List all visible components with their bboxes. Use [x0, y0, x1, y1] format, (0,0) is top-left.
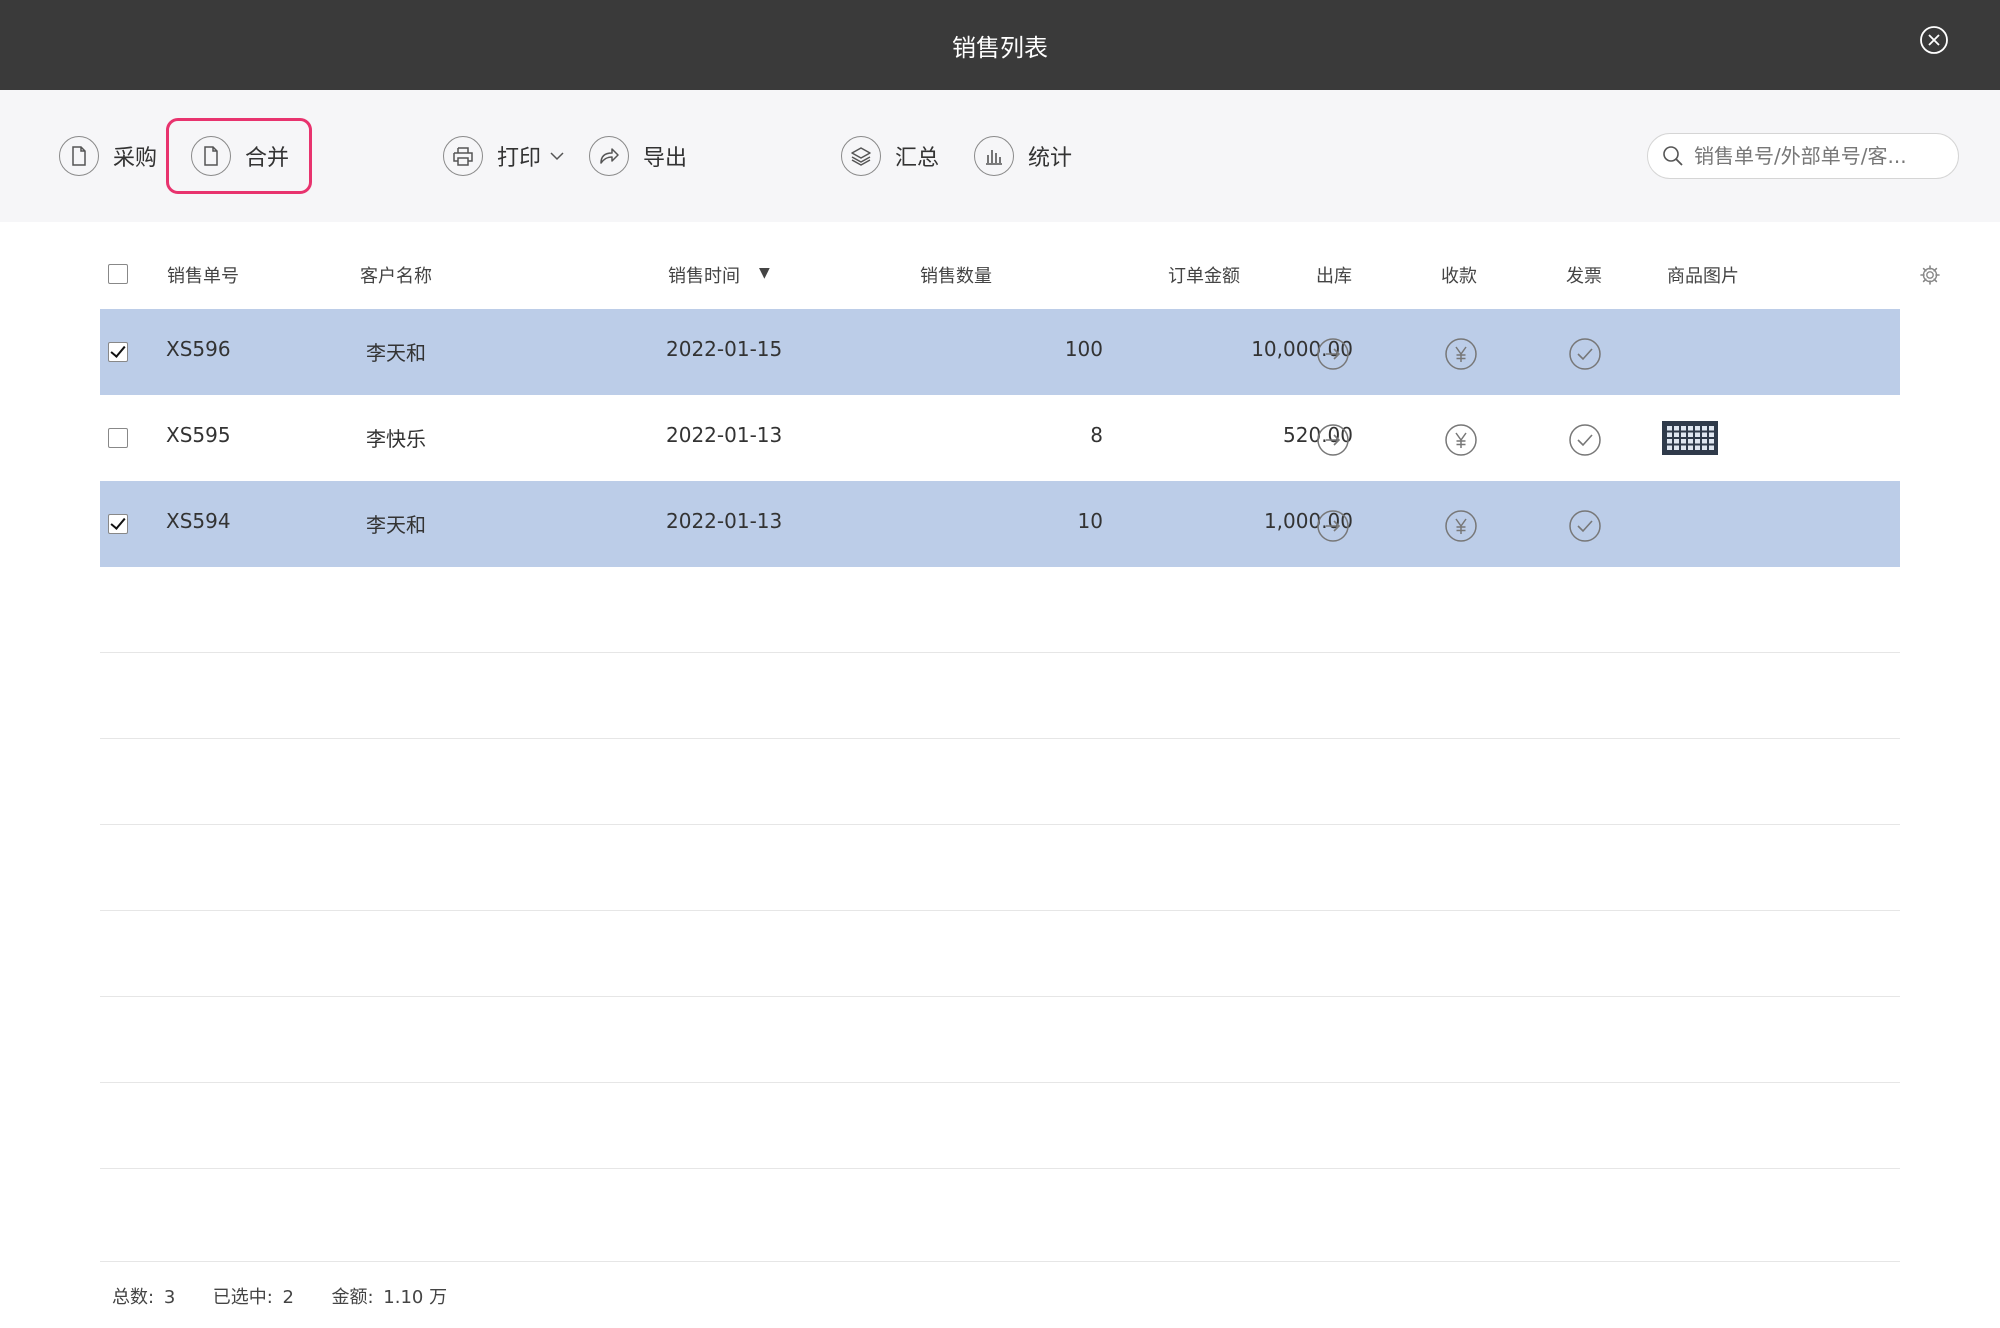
row-divider	[100, 996, 1900, 997]
quantity-cell: 10	[1077, 509, 1103, 533]
invoice-check-icon[interactable]	[1568, 509, 1602, 543]
sort-desc-icon[interactable]: ▼	[759, 265, 770, 281]
title-bar: 销售列表	[0, 0, 2000, 90]
col-invoice[interactable]: 发票	[1566, 262, 1602, 288]
purchase-button[interactable]: 采购	[59, 136, 157, 176]
stats-button[interactable]: 统计	[974, 136, 1072, 176]
row-divider	[100, 910, 1900, 911]
col-payment[interactable]: 收款	[1441, 262, 1477, 288]
quantity-cell: 8	[1090, 423, 1103, 447]
summary-label: 汇总	[895, 146, 940, 171]
total-label: 总数:	[112, 1287, 155, 1308]
outbound-arrow-icon[interactable]	[1316, 509, 1350, 543]
close-icon[interactable]	[1919, 25, 1949, 55]
printer-icon	[443, 136, 483, 176]
col-quantity[interactable]: 销售数量	[920, 262, 992, 288]
print-button[interactable]: 打印	[443, 136, 565, 176]
invoice-check-icon[interactable]	[1568, 423, 1602, 457]
order-no-cell[interactable]: XS595	[166, 423, 231, 447]
yen-payment-icon[interactable]	[1444, 337, 1478, 371]
summary-button[interactable]: 汇总	[841, 136, 939, 176]
row-checkbox[interactable]	[108, 428, 128, 448]
selected-value: 2	[282, 1287, 294, 1308]
product-thumbnail[interactable]	[1662, 421, 1718, 455]
invoice-check-icon[interactable]	[1568, 337, 1602, 371]
selected-label: 已选中:	[212, 1287, 273, 1308]
search-box[interactable]	[1647, 133, 1959, 179]
table-header: 销售单号 客户名称 销售时间 ▼ 销售数量 订单金额 出库 收款 发票 商品图片	[100, 244, 1900, 304]
row-checkbox[interactable]	[108, 342, 128, 362]
merge-highlight-box	[166, 118, 312, 194]
amount-label: 金额:	[331, 1287, 374, 1308]
search-input[interactable]	[1694, 144, 1934, 168]
chevron-down-icon[interactable]	[549, 151, 565, 161]
total-value: 3	[163, 1287, 176, 1308]
time-cell: 2022-01-13	[666, 423, 783, 447]
col-time[interactable]: 销售时间	[668, 262, 740, 288]
customer-cell: 李快乐	[366, 427, 426, 451]
table-row[interactable]: XS595 李快乐 2022-01-13 8 520.00	[100, 395, 1900, 481]
col-order-no[interactable]: 销售单号	[167, 262, 239, 288]
share-icon	[589, 136, 629, 176]
purchase-label: 采购	[113, 146, 158, 171]
col-customer[interactable]: 客户名称	[360, 262, 432, 288]
stats-label: 统计	[1028, 146, 1073, 171]
order-no-cell[interactable]: XS596	[166, 337, 231, 361]
time-cell: 2022-01-13	[666, 509, 783, 533]
bar-chart-icon	[974, 136, 1014, 176]
row-divider	[100, 738, 1900, 739]
outbound-arrow-icon[interactable]	[1316, 423, 1350, 457]
col-amount[interactable]: 订单金额	[1168, 262, 1240, 288]
yen-payment-icon[interactable]	[1444, 509, 1478, 543]
footer-divider	[100, 1261, 1900, 1262]
yen-payment-icon[interactable]	[1444, 423, 1478, 457]
table-row[interactable]: XS594 李天和 2022-01-13 10 1,000.00	[100, 481, 1900, 567]
table-row[interactable]: XS596 李天和 2022-01-15 100 10,000.00	[100, 309, 1900, 395]
row-divider	[100, 1168, 1900, 1169]
print-label: 打印	[497, 146, 542, 171]
status-bar: 总数: 3 已选中: 2 金额: 1.10 万	[112, 1283, 451, 1309]
time-cell: 2022-01-15	[666, 337, 783, 361]
row-divider	[100, 652, 1900, 653]
customer-cell: 李天和	[366, 341, 426, 365]
select-all-checkbox[interactable]	[108, 264, 128, 284]
outbound-arrow-icon[interactable]	[1316, 337, 1350, 371]
customer-cell: 李天和	[366, 513, 426, 537]
layers-icon	[841, 136, 881, 176]
export-label: 导出	[643, 146, 688, 171]
quantity-cell: 100	[1064, 337, 1103, 361]
export-button[interactable]: 导出	[589, 136, 687, 176]
row-divider	[100, 824, 1900, 825]
window-title: 销售列表	[952, 34, 1048, 62]
order-no-cell[interactable]: XS594	[166, 509, 231, 533]
col-image[interactable]: 商品图片	[1667, 262, 1739, 288]
row-checkbox[interactable]	[108, 514, 128, 534]
search-icon	[1663, 146, 1683, 166]
col-outbound[interactable]: 出库	[1316, 262, 1352, 288]
gear-icon[interactable]	[1919, 264, 1941, 286]
document-icon	[59, 136, 99, 176]
amount-value: 1.10 万	[383, 1287, 448, 1308]
row-divider	[100, 1082, 1900, 1083]
